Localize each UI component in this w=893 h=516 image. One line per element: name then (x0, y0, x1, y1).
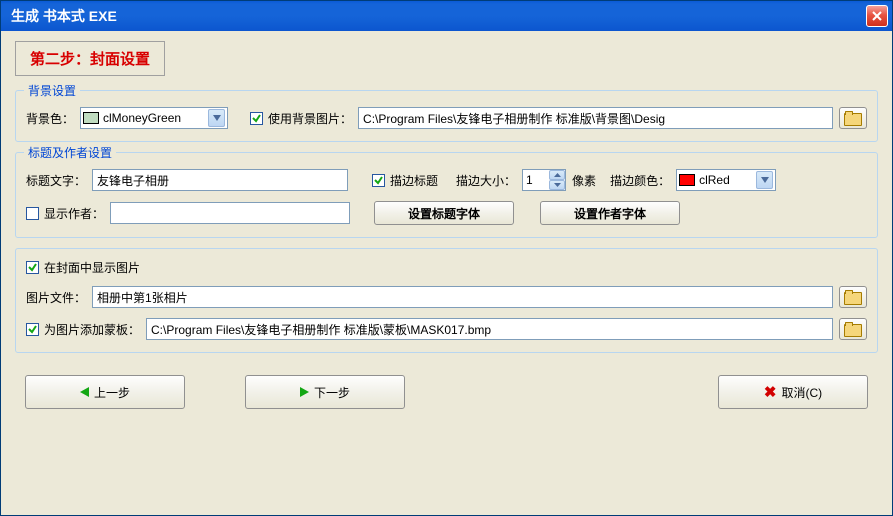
add-mask-label: 为图片添加蒙板： (44, 321, 140, 338)
set-author-font-button[interactable]: 设置作者字体 (540, 201, 680, 225)
bg-color-combo[interactable]: clMoneyGreen (80, 107, 228, 129)
titlebar: 生成 书本式 EXE (1, 1, 892, 31)
spinner-down[interactable] (549, 180, 565, 190)
outline-color-text: clRed (699, 173, 756, 187)
legend-title-author: 标题及作者设置 (24, 144, 116, 161)
fieldset-cover-image: 在封面中显示图片 图片文件： 为图片添加蒙板： (15, 248, 878, 353)
use-bg-image-checkbox[interactable]: 使用背景图片： (250, 110, 352, 127)
next-label: 下一步 (314, 384, 350, 401)
checkbox-icon (26, 207, 39, 220)
chevron-down-icon[interactable] (208, 109, 225, 127)
outline-size-input[interactable] (523, 170, 549, 190)
outline-size-label: 描边大小： (456, 172, 516, 189)
show-author-label: 显示作者： (44, 205, 104, 222)
mask-path-input[interactable] (146, 318, 833, 340)
browse-mask-button[interactable] (839, 318, 867, 340)
title-text-label: 标题文字： (26, 172, 86, 189)
author-input[interactable] (110, 202, 350, 224)
close-button[interactable] (866, 5, 888, 27)
outline-title-checkbox[interactable]: 描边标题 (372, 172, 438, 189)
close-icon (871, 10, 883, 22)
folder-open-icon (844, 290, 862, 304)
browse-bg-image-button[interactable] (839, 107, 867, 129)
title-text-input[interactable] (92, 169, 348, 191)
outline-color-combo[interactable]: clRed (676, 169, 776, 191)
outline-size-spinner[interactable] (522, 169, 566, 191)
use-bg-image-label: 使用背景图片： (268, 110, 352, 127)
folder-open-icon (844, 111, 862, 125)
bg-image-path-input[interactable] (358, 107, 833, 129)
triangle-right-icon (300, 387, 309, 397)
checkbox-icon (372, 174, 385, 187)
cancel-button[interactable]: ✖ 取消(C) (718, 375, 868, 409)
show-author-checkbox[interactable]: 显示作者： (26, 205, 104, 222)
set-title-font-button[interactable]: 设置标题字体 (374, 201, 514, 225)
add-mask-checkbox[interactable]: 为图片添加蒙板： (26, 321, 140, 338)
window-title: 生成 书本式 EXE (5, 6, 866, 26)
show-image-on-cover-label: 在封面中显示图片 (44, 259, 140, 276)
prev-button[interactable]: 上一步 (25, 375, 185, 409)
step-label: 第二步：封面设置 (15, 41, 165, 76)
bg-color-swatch (83, 112, 99, 124)
chevron-down-icon[interactable] (756, 171, 773, 189)
image-file-input[interactable] (92, 286, 833, 308)
checkbox-icon (250, 112, 263, 125)
image-file-label: 图片文件： (26, 289, 86, 306)
outline-color-label: 描边颜色： (610, 172, 670, 189)
bg-color-label: 背景色： (26, 110, 74, 127)
prev-label: 上一步 (94, 384, 130, 401)
fieldset-title-author: 标题及作者设置 标题文字： 描边标题 描边大小： (15, 152, 878, 238)
checkbox-icon (26, 323, 39, 336)
outline-title-label: 描边标题 (390, 172, 438, 189)
browse-image-file-button[interactable] (839, 286, 867, 308)
pixel-label: 像素 (572, 172, 596, 189)
fieldset-background: 背景设置 背景色： clMoneyGreen 使用背景图片： (15, 90, 878, 142)
next-button[interactable]: 下一步 (245, 375, 405, 409)
outline-color-swatch (679, 174, 695, 186)
checkbox-icon (26, 261, 39, 274)
folder-open-icon (844, 322, 862, 336)
spinner-up[interactable] (549, 170, 565, 180)
x-icon: ✖ (764, 383, 777, 401)
bg-color-text: clMoneyGreen (103, 111, 208, 125)
show-image-on-cover-checkbox[interactable]: 在封面中显示图片 (26, 259, 140, 276)
triangle-left-icon (80, 387, 89, 397)
legend-background: 背景设置 (24, 82, 80, 99)
cancel-label: 取消(C) (781, 384, 822, 401)
